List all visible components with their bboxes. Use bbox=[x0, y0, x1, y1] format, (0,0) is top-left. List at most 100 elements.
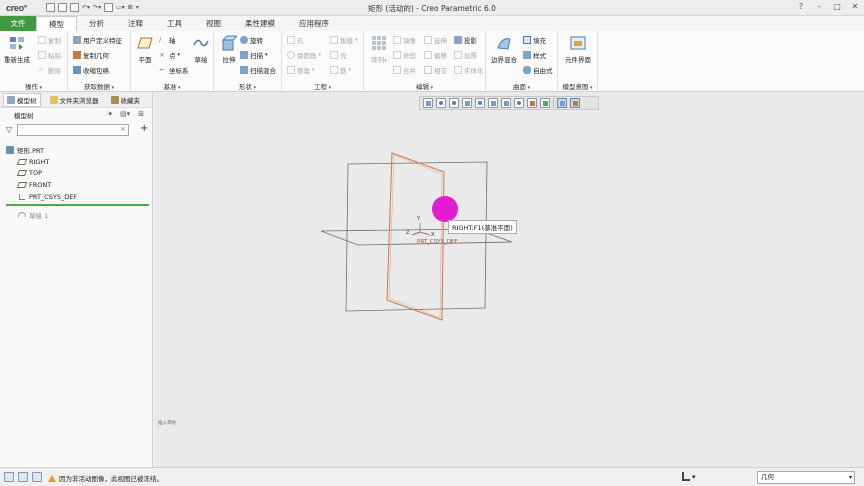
saved-orientations-icon[interactable] bbox=[501, 98, 511, 108]
tree-settings-icon[interactable]: ▤▾ bbox=[120, 110, 130, 119]
copy-button[interactable]: 复制 bbox=[38, 35, 61, 45]
project-button[interactable]: 投影 bbox=[454, 35, 477, 45]
help-icon[interactable]: ? bbox=[796, 2, 806, 12]
tab-applications[interactable]: 应用程序 bbox=[287, 16, 341, 31]
zoom-in-icon[interactable] bbox=[436, 98, 446, 108]
fill-button[interactable]: 填充 bbox=[523, 35, 546, 45]
open-file-icon[interactable] bbox=[58, 3, 67, 12]
trim-button[interactable]: 修剪 bbox=[393, 50, 416, 60]
copy-geometry-button[interactable]: 复制几何 bbox=[73, 50, 109, 60]
spin-center-icon[interactable] bbox=[570, 98, 580, 108]
repaint-icon[interactable] bbox=[462, 98, 472, 108]
chamfer-button[interactable]: 倒角 ▾ bbox=[287, 65, 315, 75]
udf-button[interactable]: 用户定义特征 bbox=[73, 35, 122, 45]
add-filter-icon[interactable]: + bbox=[140, 123, 148, 134]
group-label-operations[interactable]: 操作 bbox=[0, 81, 67, 91]
extend-button[interactable]: 延伸 bbox=[424, 35, 447, 45]
insert-here-indicator[interactable] bbox=[6, 203, 149, 206]
tab-analysis[interactable]: 分析 bbox=[77, 16, 116, 31]
tab-tools[interactable]: 工具 bbox=[155, 16, 194, 31]
mirror-button[interactable]: 镜像 bbox=[393, 35, 416, 45]
tree-search-input[interactable] bbox=[17, 124, 129, 136]
minimize-icon[interactable]: – bbox=[814, 2, 824, 12]
round-button[interactable]: 倒圆角 ▾ bbox=[287, 50, 321, 60]
new-file-icon[interactable] bbox=[46, 3, 55, 12]
annotation-display-icon[interactable] bbox=[557, 98, 567, 108]
close-icon[interactable]: ✕ bbox=[850, 2, 860, 12]
section-icon[interactable] bbox=[527, 98, 537, 108]
close-window-icon[interactable]: ⊠ bbox=[128, 4, 133, 11]
maximize-icon[interactable]: □ bbox=[832, 2, 842, 12]
clear-search-icon[interactable]: × bbox=[120, 125, 126, 133]
selection-filter-dropdown[interactable]: 几何 ▾ bbox=[757, 471, 855, 484]
boundary-blend-button[interactable]: 边界混合 bbox=[489, 35, 519, 64]
windows-icon[interactable]: ▭▾ bbox=[116, 4, 125, 11]
solidify-button[interactable]: 实体化 bbox=[454, 65, 484, 75]
tree-item-front[interactable]: FRONT bbox=[0, 179, 153, 191]
shell-button[interactable]: 壳 bbox=[330, 50, 347, 60]
rib-button[interactable]: 筋 ▾ bbox=[330, 65, 351, 75]
axis-button[interactable]: / 轴 bbox=[159, 35, 176, 45]
swept-blend-button[interactable]: 扫描混合 bbox=[240, 65, 276, 75]
group-label-model-intent[interactable]: 模型意图 bbox=[558, 81, 597, 91]
point-button[interactable]: × 点 ▾ bbox=[159, 50, 180, 60]
style-button[interactable]: 样式 bbox=[523, 50, 546, 60]
tab-annotate[interactable]: 注释 bbox=[116, 16, 155, 31]
group-label-shapes[interactable]: 形状 bbox=[214, 81, 281, 91]
zoom-out-icon[interactable] bbox=[449, 98, 459, 108]
tree-columns-icon[interactable]: ⊞ bbox=[138, 110, 144, 119]
save-icon[interactable] bbox=[70, 3, 79, 12]
pattern-button[interactable]: 阵列▾ bbox=[364, 35, 394, 64]
tab-file[interactable]: 文件 bbox=[0, 16, 36, 31]
sweep-button[interactable]: 扫描 ▾ bbox=[240, 50, 268, 60]
merge-button[interactable]: 合并 bbox=[393, 65, 416, 75]
tab-flexible-modeling[interactable]: 柔性建模 bbox=[233, 16, 287, 31]
tree-root[interactable]: 矩形.PRT bbox=[0, 144, 153, 156]
tab-model[interactable]: 模型 bbox=[36, 16, 77, 31]
group-label-get-data[interactable]: 获取数据 bbox=[68, 81, 130, 91]
group-label-surfaces[interactable]: 曲面 bbox=[486, 81, 557, 91]
tab-favorites[interactable]: 收藏夹 bbox=[108, 94, 144, 106]
freestyle-button[interactable]: 自由式 bbox=[523, 65, 553, 75]
intersect-button[interactable]: 相交 bbox=[424, 65, 447, 75]
model-canvas[interactable]: Y X Z PRT_CSYS_DEF bbox=[154, 92, 864, 467]
tree-item-top[interactable]: TOP bbox=[0, 168, 153, 180]
refit-icon[interactable] bbox=[423, 98, 433, 108]
right-datum-plane[interactable] bbox=[386, 152, 445, 321]
component-interface-button[interactable]: 元件界面 bbox=[563, 35, 593, 64]
hole-button[interactable]: 孔 bbox=[287, 35, 304, 45]
toggle-browser-icon[interactable] bbox=[18, 472, 28, 482]
tree-item-csys[interactable]: PRT_CSYS_DEF bbox=[0, 191, 153, 203]
toggle-navigator-icon[interactable] bbox=[4, 472, 14, 482]
group-label-engineering[interactable]: 工程 bbox=[282, 81, 363, 91]
tab-view[interactable]: 视图 bbox=[194, 16, 233, 31]
tree-item-sketch[interactable]: 草绘 1 bbox=[0, 209, 153, 221]
sketch-button[interactable]: 草绘 bbox=[186, 35, 216, 64]
perspective-icon[interactable] bbox=[475, 98, 485, 108]
draft-button[interactable]: 拔模 ▾ bbox=[330, 35, 358, 45]
tree-filters-icon[interactable]: ⫶▾ bbox=[107, 110, 112, 119]
customize-toolbar-icon[interactable]: ▾ bbox=[136, 4, 139, 11]
front-datum-plane[interactable] bbox=[345, 161, 488, 312]
view-manager-icon[interactable] bbox=[514, 98, 524, 108]
selection-mode[interactable]: ▾ bbox=[682, 472, 696, 481]
redo-icon[interactable]: ↷▾ bbox=[93, 4, 101, 11]
undo-icon[interactable]: ↶▾ bbox=[82, 4, 90, 11]
revolve-button[interactable]: 旋转 bbox=[240, 35, 263, 45]
full-screen-icon[interactable] bbox=[32, 472, 42, 482]
regenerate-button[interactable]: 重新生成 bbox=[2, 35, 32, 64]
csys-button[interactable]: ⌐ 坐标系 bbox=[159, 65, 189, 75]
group-label-datum[interactable]: 基准 bbox=[131, 81, 213, 91]
group-label-editing[interactable]: 编辑 bbox=[364, 81, 485, 91]
tab-folder-browser[interactable]: 文件夹浏览器 bbox=[47, 94, 102, 106]
graphics-window[interactable]: Y X Z PRT_CSYS_DEF RIGHT:F1(基准平面) 插入草绘 bbox=[154, 92, 864, 467]
filter-icon[interactable]: ▽ bbox=[6, 125, 12, 134]
datum-display-icon[interactable] bbox=[540, 98, 550, 108]
plane-button[interactable]: 平面 bbox=[130, 35, 160, 64]
display-style-icon[interactable] bbox=[488, 98, 498, 108]
shrinkwrap-button[interactable]: 收缩包络 bbox=[73, 65, 109, 75]
tab-model-tree[interactable]: 模型树 bbox=[3, 92, 41, 107]
thicken-button[interactable]: 加厚 bbox=[454, 50, 477, 60]
regenerate-quick-icon[interactable] bbox=[104, 3, 114, 12]
offset-button[interactable]: 偏移 bbox=[424, 50, 447, 60]
